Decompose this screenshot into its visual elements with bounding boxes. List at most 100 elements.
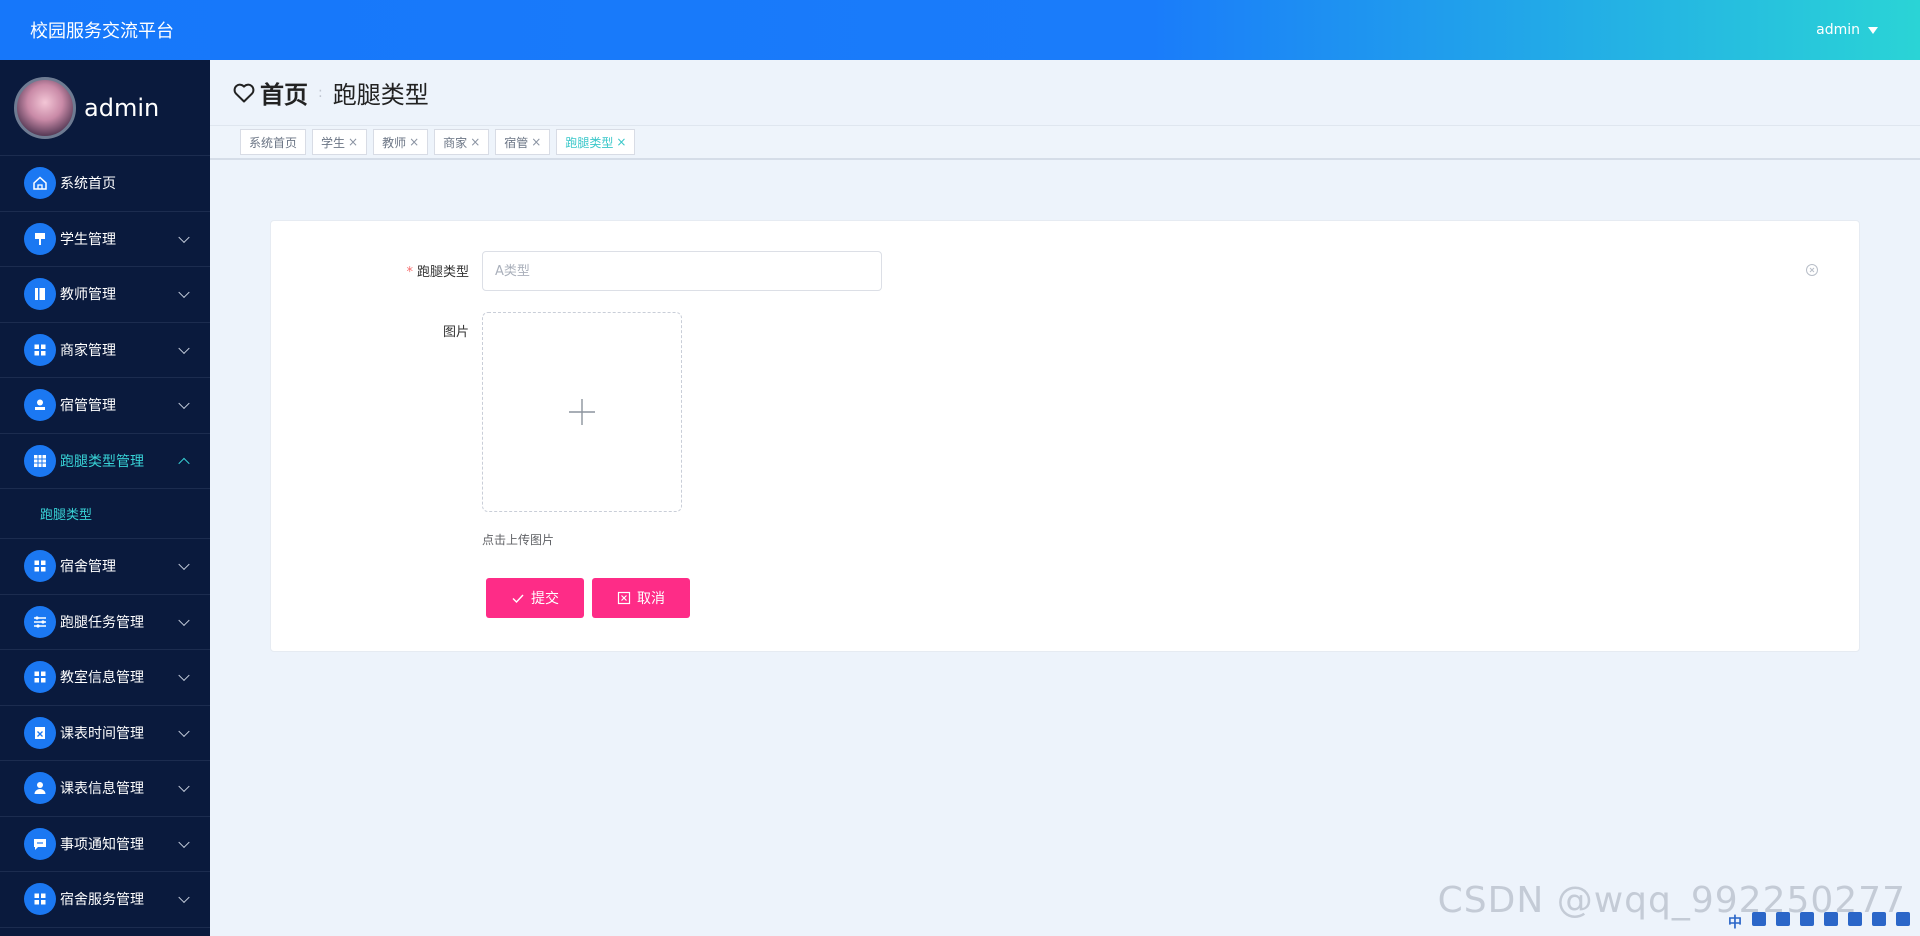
breadcrumb-home[interactable]: 首页 (260, 75, 308, 110)
chevron-down-icon (178, 669, 190, 682)
sidebar-subitem[interactable]: 跑腿类型 (0, 489, 210, 539)
grid-icon (24, 661, 56, 694)
sidebar-item[interactable]: 学生管理 (0, 212, 210, 267)
tag-item[interactable]: 系统首页 (240, 129, 307, 155)
sidebar-item[interactable]: 商家管理 (0, 323, 210, 378)
tag-item[interactable]: 教师 × (373, 129, 429, 155)
sidebar-item-label: 系统首页 (60, 176, 116, 193)
tag-item[interactable]: 学生 × (312, 129, 368, 155)
microphone-icon[interactable] (1776, 912, 1790, 926)
cancel-button[interactable]: 取消 (592, 578, 690, 618)
page-header: 首页 : 跑腿类型 (210, 60, 1920, 125)
close-icon[interactable]: × (470, 135, 480, 149)
tag-label: 学生 (321, 135, 346, 150)
close-icon[interactable]: × (531, 135, 541, 149)
submit-button[interactable]: 提交 (486, 578, 584, 618)
chevron-down-icon (178, 891, 190, 904)
close-square-icon (617, 591, 631, 605)
sidebar-item[interactable]: 宿舍服务管理 (0, 872, 210, 928)
sidebar: admin 系统首页学生管理教师管理商家管理宿管管理跑腿类型管理跑腿类型宿舍管理… (0, 60, 210, 936)
sidebar-item-label: 教室信息管理 (60, 670, 144, 687)
chevron-up-icon (178, 457, 190, 469)
chevron-down-icon (178, 614, 190, 626)
type-input[interactable] (482, 251, 882, 291)
tag-item[interactable]: 宿管 × (495, 129, 551, 155)
breadcrumb-separator: : (318, 84, 323, 101)
sidebar-item[interactable]: 教师管理 (0, 267, 210, 323)
clipboard-icon (24, 716, 56, 749)
punctuation-icon[interactable] (1752, 912, 1766, 926)
app-title: 校园服务交流平台 (30, 21, 174, 42)
sidebar-item[interactable]: 宿管管理 (0, 378, 210, 434)
required-mark: * (406, 265, 413, 280)
sidebar-item-label: 跑腿任务管理 (60, 614, 144, 631)
type-row: * 跑腿类型 (341, 261, 481, 280)
user-stamp-icon (24, 389, 56, 422)
sidebar-subitem-label: 跑腿类型 (40, 508, 93, 523)
tag-item[interactable]: 商家 × (434, 129, 490, 155)
keyboard-icon[interactable] (1800, 912, 1814, 926)
image-row: 图片 (341, 321, 481, 340)
sidebar-item-label: 事项通知管理 (60, 836, 144, 853)
close-icon[interactable]: × (409, 135, 419, 149)
sidebar-item-label: 课表信息管理 (60, 781, 144, 798)
sidebar-item-label: 宿舍服务管理 (60, 892, 144, 909)
grid-icon[interactable] (1872, 912, 1886, 926)
chevron-down-icon (178, 836, 190, 848)
sidebar-menu: 系统首页学生管理教师管理商家管理宿管管理跑腿类型管理跑腿类型宿舍管理跑腿任务管理… (0, 156, 210, 928)
tag-item[interactable]: 跑腿类型 × (556, 129, 636, 155)
image-label: 图片 (442, 325, 469, 340)
tags-view: 系统首页 学生 × 教师 × 商家 × 宿管 × 跑腿类型 × (210, 125, 1920, 160)
sidebar-profile: admin (0, 60, 210, 156)
sidebar-item-label: 跑腿类型管理 (60, 453, 144, 470)
sidebar-item[interactable]: 宿舍管理 (0, 539, 210, 595)
form-card: *跑腿类型 图片 点击上传图片 提交 取消 (270, 220, 1860, 652)
upload-tip: 点击上传图片 (482, 533, 555, 547)
chevron-down-icon (178, 558, 190, 571)
user-name: admin (1816, 22, 1860, 38)
tag-label: 系统首页 (249, 135, 298, 150)
chevron-down-icon (178, 780, 190, 793)
ime-indicator[interactable]: 中 (1728, 912, 1742, 931)
tag-label: 商家 (443, 135, 468, 150)
caret-down-icon (1868, 26, 1878, 34)
check-icon (512, 594, 524, 604)
sidebar-item[interactable]: 事项通知管理 (0, 817, 210, 872)
chat-icon (24, 827, 56, 860)
sidebar-item[interactable]: 跑腿任务管理 (0, 595, 210, 650)
chevron-down-icon (178, 231, 190, 243)
sidebar-item[interactable]: 跑腿类型管理 (0, 434, 210, 489)
sidebar-item-label: 宿管管理 (60, 398, 116, 415)
sidebar-item[interactable]: 课表信息管理 (0, 761, 210, 817)
tag-label: 宿管 (504, 135, 529, 150)
chevron-down-icon (178, 725, 190, 737)
clear-circle-icon[interactable] (1805, 263, 1819, 277)
table-icon (24, 444, 56, 477)
chevron-down-icon (178, 286, 190, 299)
sidebar-item-label: 教师管理 (60, 287, 116, 304)
person-icon (24, 772, 56, 805)
grid-icon (24, 883, 56, 916)
close-icon[interactable]: × (616, 135, 626, 149)
tag-label: 跑腿类型 (565, 135, 614, 150)
image-upload[interactable] (482, 312, 682, 512)
user-menu[interactable]: admin (1816, 22, 1878, 38)
sidebar-item-label: 商家管理 (60, 342, 116, 359)
close-icon[interactable]: × (348, 135, 358, 149)
chevron-down-icon (178, 397, 190, 410)
sidebar-item-label: 课表时间管理 (60, 725, 144, 742)
sidebar-item-label: 学生管理 (60, 231, 116, 248)
sidebar-item[interactable]: 系统首页 (0, 156, 210, 212)
sidebar-item[interactable]: 教室信息管理 (0, 650, 210, 706)
avatar (14, 76, 76, 139)
sidebar-item[interactable]: 课表时间管理 (0, 706, 210, 761)
top-bar: 校园服务交流平台 admin (0, 0, 1920, 60)
heart-icon (233, 83, 255, 102)
grid-icon (24, 333, 56, 366)
skin-icon[interactable] (1824, 912, 1838, 926)
type-label: * 跑腿类型 (406, 265, 469, 280)
breadcrumb-current: 跑腿类型 (332, 81, 429, 109)
emoji-icon[interactable] (1848, 912, 1862, 926)
chevron-down-icon (178, 342, 190, 354)
settings-icon[interactable] (1896, 912, 1910, 926)
